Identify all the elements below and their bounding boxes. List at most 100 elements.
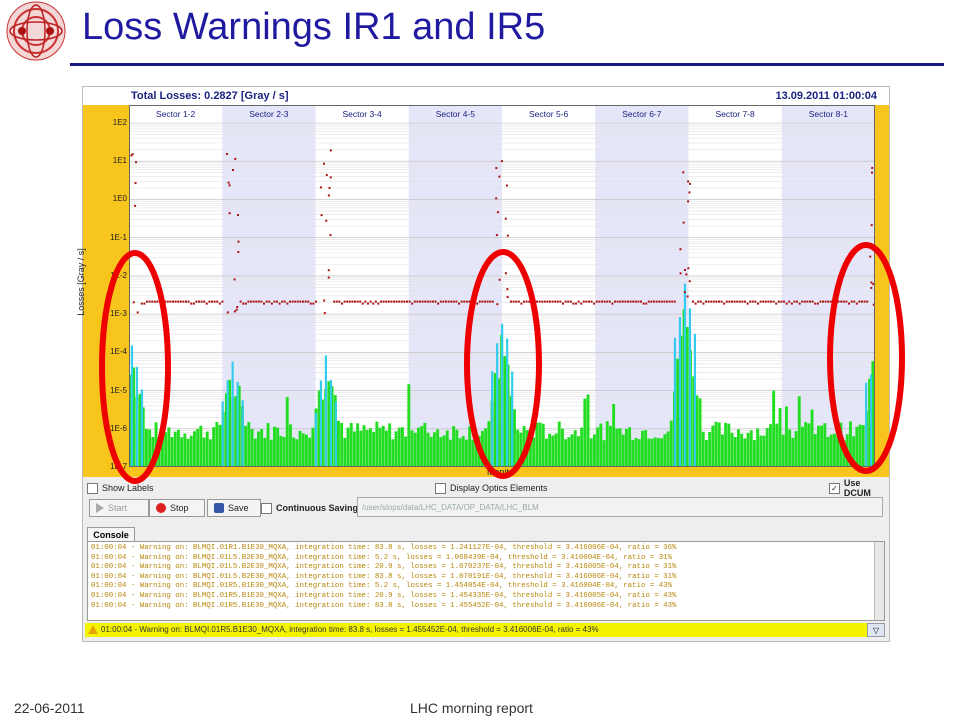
loss-bar — [461, 435, 465, 467]
threshold-mark — [395, 300, 398, 303]
checkbox-box[interactable] — [435, 482, 446, 494]
threshold-mark — [367, 302, 369, 305]
threshold-mark — [723, 302, 726, 305]
checkbox-checked-box[interactable]: ✓ — [829, 482, 840, 494]
threshold-point — [498, 278, 501, 281]
loss-bar-cyan — [501, 323, 504, 467]
y-tick-label: 1E-7 — [110, 462, 127, 471]
threshold-mark — [796, 300, 798, 303]
threshold-mark — [770, 300, 772, 303]
threshold-mark — [863, 300, 866, 303]
save-button[interactable]: Save — [207, 499, 261, 517]
threshold-mark — [166, 300, 169, 303]
threshold-point — [232, 168, 235, 171]
loss-bar — [717, 422, 721, 467]
loss-bar — [193, 431, 196, 467]
loss-bar — [468, 426, 472, 467]
loss-bar — [813, 434, 817, 467]
threshold-mark — [697, 300, 700, 303]
threshold-point — [233, 278, 236, 281]
threshold-mark — [764, 300, 767, 303]
threshold-mark — [845, 300, 848, 303]
threshold-point — [134, 204, 137, 207]
start-button[interactable]: Start — [89, 499, 149, 517]
display-optics-text: Display Optics Elements — [450, 483, 548, 493]
console-output[interactable]: 01:00:04 - Warning on: BLMQI.01R1.B1E30_… — [87, 541, 885, 621]
threshold-point — [871, 166, 874, 169]
threshold-mark — [827, 300, 830, 303]
threshold-mark — [239, 300, 242, 303]
threshold-mark — [218, 302, 221, 305]
threshold-mark — [647, 300, 650, 303]
status-dropdown-button[interactable]: ▽ — [867, 623, 885, 637]
threshold-point — [506, 296, 509, 299]
threshold-mark — [842, 300, 845, 303]
threshold-mark — [491, 300, 494, 303]
y-tick-label: 1E-6 — [110, 423, 127, 433]
save-path-field[interactable]: /user/slops/data/LHC_DATA/OP_DATA/LHC_BL… — [357, 497, 883, 517]
console-scrollbar[interactable] — [874, 542, 884, 620]
loss-bar — [369, 428, 372, 467]
threshold-mark — [208, 300, 211, 303]
threshold-point — [237, 240, 240, 243]
threshold-mark — [546, 300, 549, 303]
threshold-point — [323, 162, 326, 165]
loss-bar — [570, 434, 574, 467]
threshold-mark — [520, 302, 523, 305]
threshold-mark — [406, 300, 408, 303]
threshold-mark — [751, 300, 754, 303]
use-dcum-checkbox[interactable]: ✓ Use DCUM — [829, 478, 889, 498]
threshold-mark — [481, 300, 484, 303]
threshold-mark — [671, 300, 674, 303]
threshold-mark — [177, 300, 180, 303]
threshold-mark — [754, 300, 757, 303]
loss-bar — [676, 358, 680, 467]
loss-bar — [381, 425, 385, 467]
threshold-mark — [855, 302, 858, 305]
loss-bar — [628, 427, 632, 467]
continuous-saving-checkbox[interactable]: Continuous Saving — [261, 501, 358, 515]
threshold-mark — [341, 302, 343, 305]
threshold-mark — [335, 300, 338, 303]
checkbox-box[interactable] — [261, 502, 272, 514]
display-optics-checkbox[interactable]: Display Optics Elements — [435, 481, 548, 495]
threshold-point — [235, 308, 238, 311]
threshold-mark — [281, 300, 284, 303]
threshold-point — [869, 255, 872, 258]
loss-bar — [701, 431, 705, 467]
threshold-point — [228, 212, 231, 215]
threshold-point — [495, 167, 498, 170]
threshold-point — [136, 311, 139, 314]
checkbox-box[interactable] — [87, 482, 98, 494]
threshold-point — [687, 267, 690, 270]
threshold-point — [329, 149, 332, 152]
loss-bar — [541, 423, 545, 467]
loss-bar — [756, 428, 760, 467]
threshold-mark — [216, 300, 219, 303]
loss-bar — [285, 397, 289, 467]
show-labels-checkbox[interactable]: Show Labels — [87, 481, 154, 495]
footer-date: 22-06-2011 — [14, 700, 85, 716]
threshold-point — [323, 299, 326, 302]
loss-bar — [257, 431, 260, 467]
threshold-mark — [195, 300, 198, 303]
loss-bar — [666, 431, 670, 467]
threshold-mark — [741, 300, 744, 303]
loss-bar — [353, 431, 356, 467]
loss-chart[interactable]: Sector 1-2 Sector 2-3 Sector 3-4 Sector 4-5… — [129, 105, 875, 467]
loss-bar — [605, 421, 609, 467]
loss-bar — [753, 440, 756, 467]
threshold-mark — [257, 300, 260, 303]
loss-bar — [311, 427, 315, 467]
loss-bar — [260, 429, 264, 467]
threshold-mark — [312, 302, 315, 305]
sector-label: Sector 7-8 — [716, 109, 755, 119]
loss-bar — [647, 438, 651, 467]
stop-button[interactable]: Stop — [149, 499, 205, 517]
loss-bar — [845, 434, 849, 467]
threshold-point — [325, 174, 328, 177]
threshold-mark — [156, 300, 159, 303]
threshold-mark — [707, 300, 710, 303]
threshold-point — [872, 283, 875, 286]
tab-console[interactable]: Console — [87, 527, 135, 542]
